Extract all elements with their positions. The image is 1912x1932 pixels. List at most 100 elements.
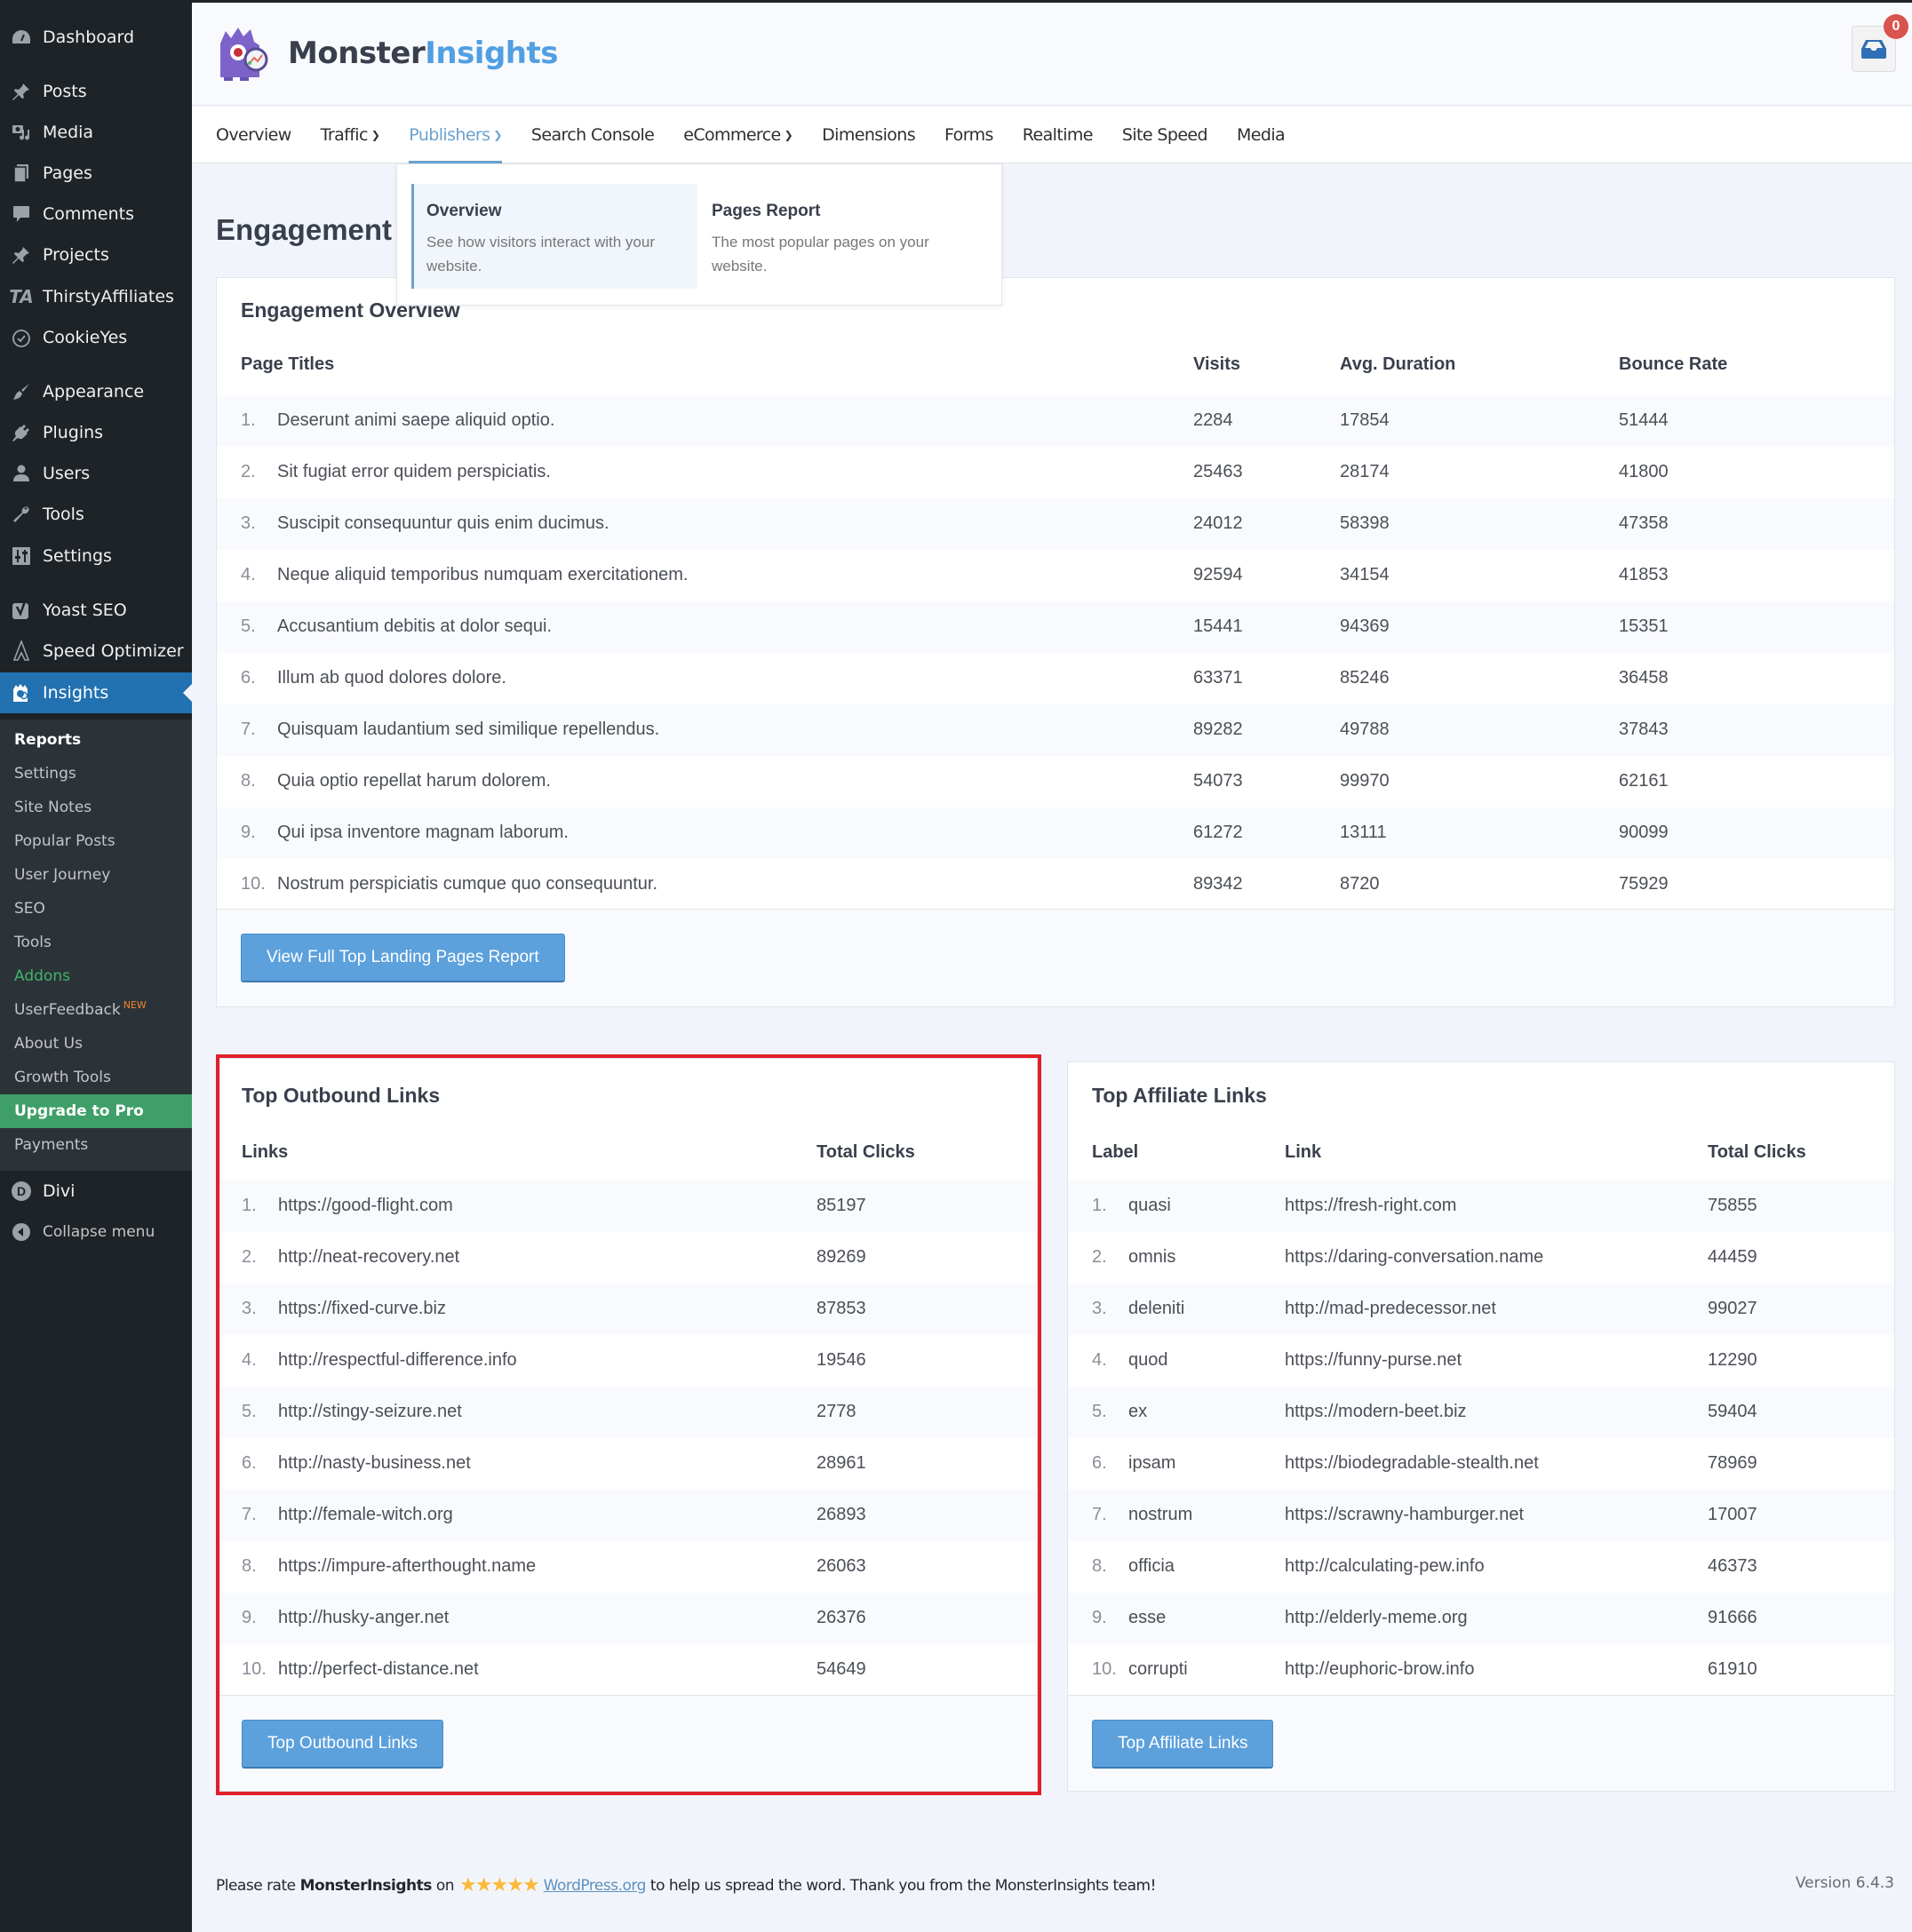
- collapse-menu-button[interactable]: Collapse menu: [0, 1212, 192, 1252]
- sidebar-item-dashboard[interactable]: Dashboard: [0, 17, 192, 58]
- user-icon: [0, 464, 43, 483]
- submenu-addons[interactable]: Addons: [0, 959, 192, 993]
- link-url-cell[interactable]: http://stingy-seizure.net: [278, 1402, 462, 1422]
- link-url-cell[interactable]: http://euphoric-brow.info: [1285, 1659, 1474, 1680]
- tab-overview[interactable]: Overview: [216, 107, 291, 163]
- sidebar-item-comments[interactable]: Comments: [0, 194, 192, 235]
- link-url-cell[interactable]: http://neat-recovery.net: [278, 1247, 459, 1268]
- sidebar-item-thirstyaffiliates[interactable]: TA ThirstyAffiliates: [0, 276, 192, 317]
- row-number: 9.: [1092, 1608, 1107, 1627]
- sidebar-item-users[interactable]: Users: [0, 453, 192, 494]
- sidebar-item-projects[interactable]: Projects: [0, 235, 192, 275]
- page-title-cell: Suscipit consequuntur quis enim ducimus.: [277, 513, 609, 533]
- view-full-landing-pages-button[interactable]: View Full Top Landing Pages Report: [241, 934, 565, 982]
- tab-site-speed[interactable]: Site Speed: [1122, 107, 1208, 163]
- submenu-userfeedback[interactable]: UserFeedback NEW: [0, 993, 192, 1027]
- sidebar-item-divi[interactable]: D Divi: [0, 1171, 192, 1212]
- dropdown-item-overview[interactable]: Overview See how visitors interact with …: [411, 184, 697, 289]
- visits-cell: 2284: [1193, 410, 1233, 430]
- tab-search-console[interactable]: Search Console: [531, 107, 655, 163]
- outbound-table-body: 1. https://good-flight.com 85197 2. http://n…: [220, 1181, 1037, 1696]
- new-badge: NEW: [123, 998, 147, 1011]
- tab-forms[interactable]: Forms: [944, 107, 993, 163]
- link-url-cell[interactable]: https://good-flight.com: [278, 1196, 453, 1216]
- avg-duration-cell: 17854: [1340, 410, 1390, 430]
- sidebar-item-cookieyes[interactable]: CookieYes: [0, 317, 192, 358]
- sidebar-item-pages[interactable]: Pages: [0, 153, 192, 194]
- sidebar-item-yoast[interactable]: Yoast SEO: [0, 590, 192, 631]
- sidebar-item-media[interactable]: Media: [0, 112, 192, 153]
- link-url-cell[interactable]: https://scrawny-hamburger.net: [1285, 1505, 1524, 1525]
- link-url-cell[interactable]: http://calculating-pew.info: [1285, 1556, 1485, 1577]
- yoast-icon: [0, 600, 43, 621]
- cookie-icon: [0, 327, 43, 348]
- submenu-payments[interactable]: Payments: [0, 1128, 192, 1162]
- chevron-down-icon: ❯: [493, 128, 502, 141]
- link-url-cell[interactable]: http://female-witch.org: [278, 1505, 453, 1525]
- link-url-cell[interactable]: https://fresh-right.com: [1285, 1196, 1456, 1216]
- link-url-cell[interactable]: http://elderly-meme.org: [1285, 1608, 1468, 1628]
- tab-dimensions[interactable]: Dimensions: [822, 107, 916, 163]
- card-title: Top Affiliate Links: [1092, 1084, 1267, 1107]
- table-row: 3. https://fixed-curve.biz 87853: [220, 1284, 1037, 1335]
- visits-cell: 25463: [1193, 462, 1243, 481]
- sidebar-item-speed-optimizer[interactable]: Speed Optimizer: [0, 631, 192, 672]
- monster-icon: [0, 682, 43, 704]
- sidebar-item-settings[interactable]: Settings: [0, 536, 192, 576]
- sidebar-item-plugins[interactable]: Plugins: [0, 412, 192, 453]
- top-affiliate-links-button[interactable]: Top Affiliate Links: [1092, 1720, 1274, 1769]
- sidebar-item-appearance[interactable]: Appearance: [0, 371, 192, 412]
- dropdown-item-pages-report[interactable]: Pages Report The most popular pages on y…: [699, 184, 985, 289]
- submenu-settings[interactable]: Settings: [0, 757, 192, 791]
- total-clicks-cell: 46373: [1708, 1556, 1757, 1576]
- tab-traffic[interactable]: Traffic ❯: [321, 107, 380, 163]
- link-url-cell[interactable]: https://funny-purse.net: [1285, 1350, 1462, 1371]
- link-url-cell[interactable]: https://fixed-curve.biz: [278, 1299, 446, 1319]
- tab-publishers[interactable]: Publishers ❯: [409, 107, 503, 163]
- row-number: 5.: [1092, 1402, 1107, 1421]
- bounce-rate-cell: 90099: [1619, 823, 1669, 842]
- link-url-cell[interactable]: http://perfect-distance.net: [278, 1659, 479, 1680]
- tab-media[interactable]: Media: [1237, 107, 1286, 163]
- sidebar-item-posts[interactable]: Posts: [0, 71, 192, 112]
- sidebar-item-insights[interactable]: Insights: [0, 672, 192, 713]
- total-clicks-cell: 12290: [1708, 1350, 1757, 1370]
- notifications-count-badge: 0: [1884, 14, 1908, 39]
- page-title-cell: Quia optio repellat harum dolorem.: [277, 771, 551, 791]
- link-url-cell[interactable]: https://biodegradable-stealth.net: [1285, 1453, 1539, 1474]
- link-url-cell[interactable]: http://nasty-business.net: [278, 1453, 471, 1474]
- submenu-upgrade-to-pro[interactable]: Upgrade to Pro: [0, 1094, 192, 1128]
- top-outbound-links-button[interactable]: Top Outbound Links: [242, 1720, 444, 1769]
- submenu-growth-tools[interactable]: Growth Tools: [0, 1061, 192, 1094]
- avg-duration-cell: 13111: [1340, 823, 1387, 842]
- row-number: 10.: [241, 874, 266, 894]
- wordpress-org-link[interactable]: WordPress.org: [544, 1877, 647, 1895]
- link-url-cell[interactable]: http://respectful-difference.info: [278, 1350, 517, 1371]
- chevron-down-icon: ❯: [370, 128, 380, 141]
- row-number: 5.: [241, 616, 256, 636]
- link-url-cell[interactable]: http://husky-anger.net: [278, 1608, 449, 1628]
- submenu-site-notes[interactable]: Site Notes: [0, 791, 192, 824]
- link-url-cell[interactable]: http://mad-predecessor.net: [1285, 1299, 1496, 1319]
- card-footer: Top Affiliate Links: [1068, 1695, 1894, 1791]
- tab-ecommerce[interactable]: eCommerce ❯: [683, 107, 793, 163]
- avg-duration-cell: 94369: [1340, 616, 1390, 636]
- submenu-popular-posts[interactable]: Popular Posts: [0, 824, 192, 858]
- submenu-reports[interactable]: Reports: [0, 723, 192, 757]
- submenu-about-us[interactable]: About Us: [0, 1027, 192, 1061]
- rating-footer: Please rate MonsterInsights on ★★★★★ Wor…: [216, 1874, 1156, 1896]
- five-stars-icon[interactable]: ★★★★★: [459, 1874, 540, 1896]
- tab-realtime[interactable]: Realtime: [1023, 107, 1094, 163]
- link-url-cell[interactable]: https://daring-conversation.name: [1285, 1247, 1543, 1268]
- total-clicks-cell: 26376: [817, 1608, 866, 1627]
- total-clicks-cell: 26893: [817, 1505, 866, 1524]
- submenu-user-journey[interactable]: User Journey: [0, 858, 192, 892]
- plugin-version: Version 6.4.3: [1795, 1874, 1894, 1892]
- insights-submenu: Reports Settings Site Notes Popular Post…: [0, 720, 192, 1171]
- link-url-cell[interactable]: https://modern-beet.biz: [1285, 1402, 1467, 1422]
- page-title-cell: Nostrum perspiciatis cumque quo consequu…: [277, 874, 658, 894]
- submenu-tools[interactable]: Tools: [0, 926, 192, 959]
- sidebar-item-tools[interactable]: Tools: [0, 494, 192, 535]
- link-url-cell[interactable]: https://impure-afterthought.name: [278, 1556, 536, 1577]
- submenu-seo[interactable]: SEO: [0, 892, 192, 926]
